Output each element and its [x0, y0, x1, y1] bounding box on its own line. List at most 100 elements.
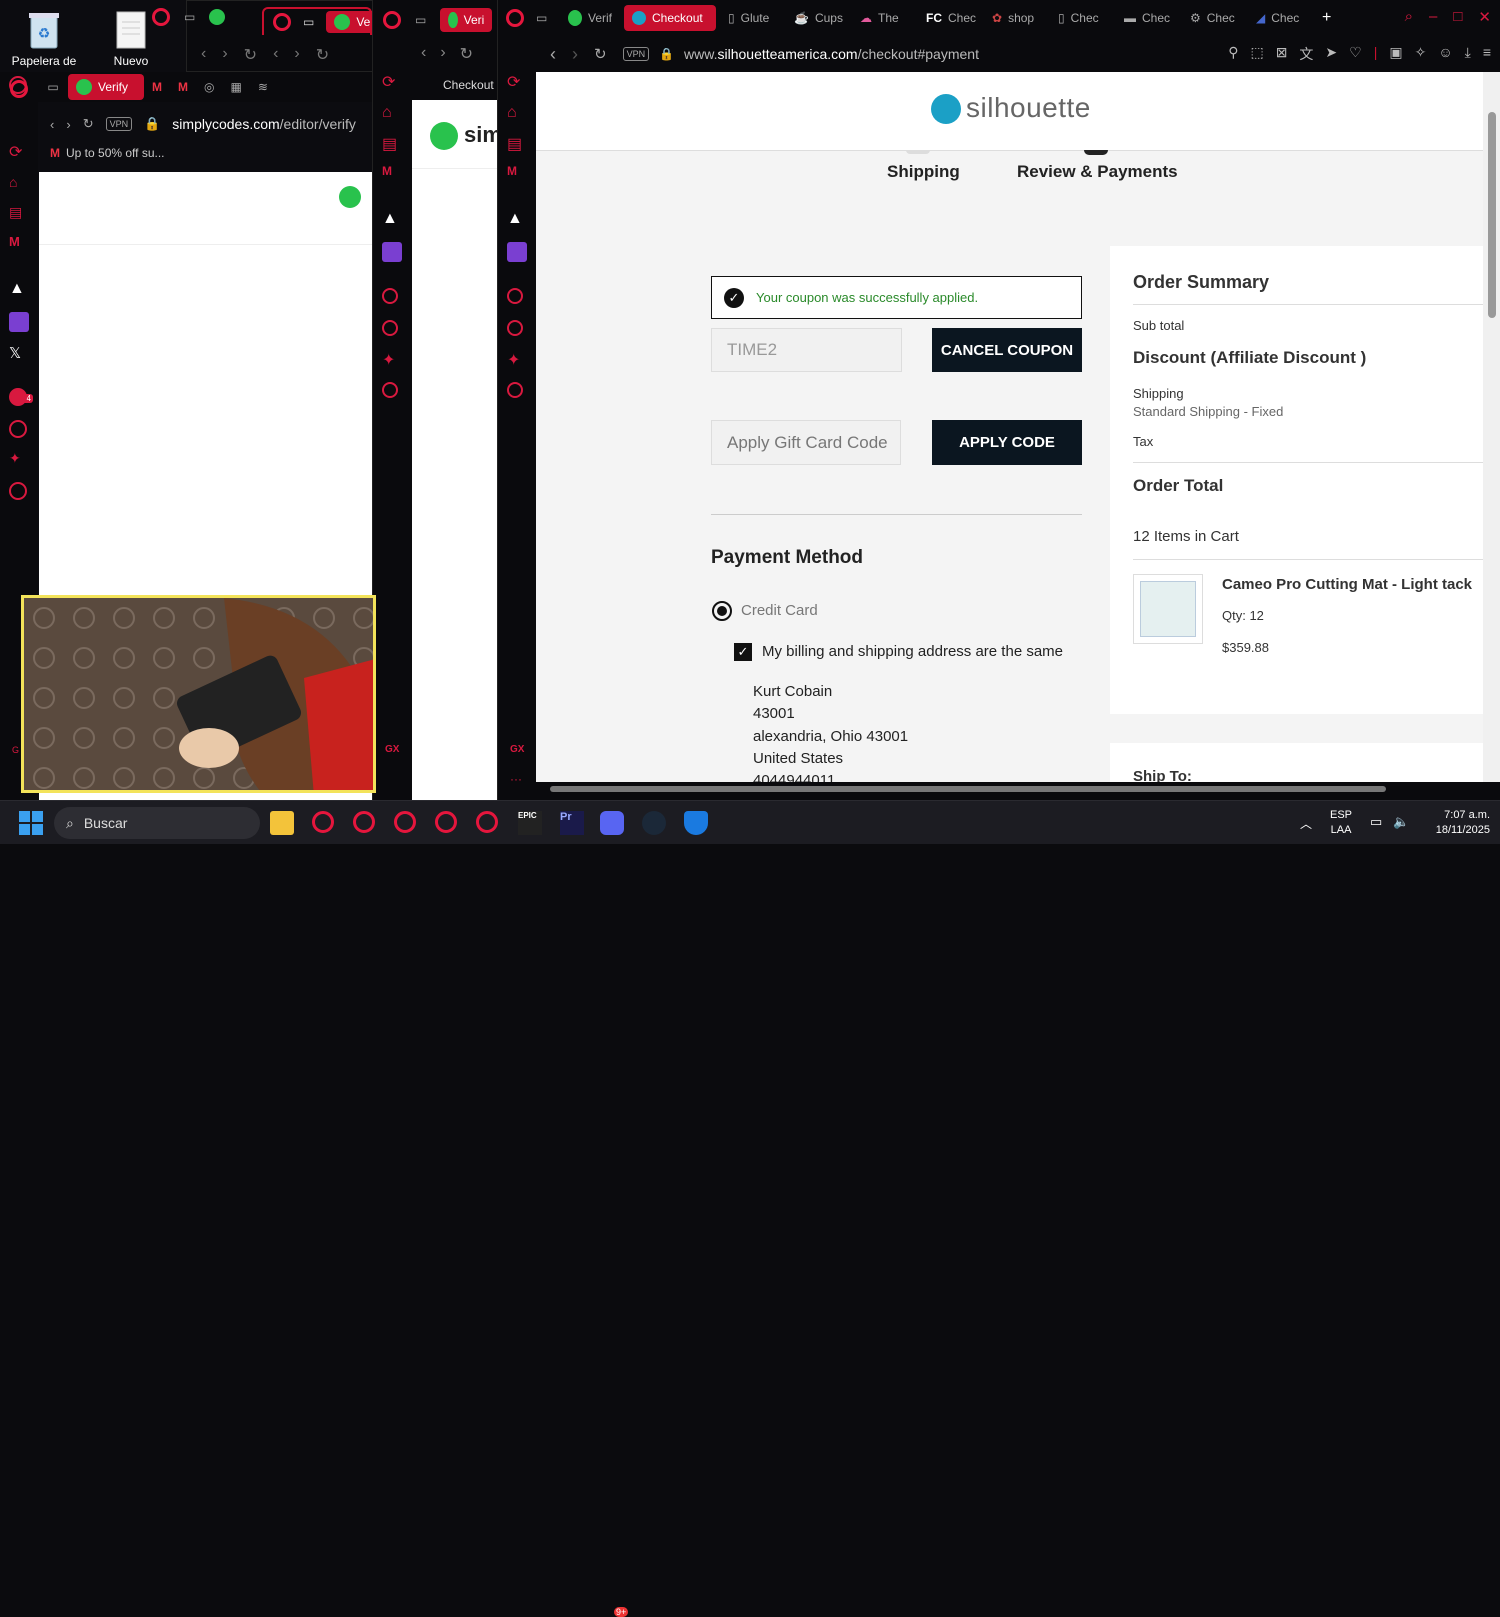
settings-icon[interactable]: [382, 382, 398, 398]
gmail-icon[interactable]: M: [382, 164, 402, 184]
forward-icon[interactable]: ›: [440, 44, 445, 64]
forward-icon[interactable]: ›: [572, 44, 578, 65]
twitch-icon[interactable]: [507, 242, 527, 262]
vpn-badge[interactable]: VPN: [622, 47, 650, 61]
discord-icon[interactable]: [600, 811, 624, 835]
same-address-label[interactable]: My billing and shipping address are the …: [762, 643, 1063, 660]
forward-icon-2[interactable]: ›: [294, 45, 299, 65]
chevron-up-icon[interactable]: ︿: [1300, 815, 1312, 832]
tab-chatgpt[interactable]: ◎: [196, 74, 222, 100]
opera-gx-icon[interactable]: [312, 811, 334, 833]
download-icon[interactable]: ⤓: [1465, 44, 1471, 64]
heart-icon[interactable]: ♡: [1349, 44, 1362, 64]
windows-start-icon[interactable]: [19, 811, 43, 835]
same-address-checkbox[interactable]: ✓: [734, 643, 752, 661]
premiere-pro-icon[interactable]: Pr: [560, 811, 584, 835]
tab-menu-icon[interactable]: ▭: [184, 10, 195, 24]
tab-menu-icon[interactable]: ▭: [415, 13, 426, 27]
tab-check-4[interactable]: ⚙ Chec: [1182, 5, 1244, 31]
volume-icon[interactable]: 🔈: [1393, 814, 1409, 830]
extensions-icon[interactable]: ✦: [507, 350, 527, 370]
opera-gx-icon[interactable]: [394, 811, 416, 833]
recycle-bin-desktop-icon[interactable]: ♻ Papelera de: [4, 4, 84, 68]
history-icon[interactable]: [507, 320, 523, 336]
easy-setup-icon[interactable]: ≡: [1483, 44, 1491, 64]
forward-icon[interactable]: ›: [66, 117, 70, 132]
reload-icon[interactable]: ↻: [594, 45, 607, 63]
tab-image[interactable]: ▦: [222, 74, 249, 100]
horizontal-scrollbar[interactable]: [536, 782, 1483, 796]
back-icon-2[interactable]: ‹: [273, 45, 278, 65]
defender-shield-icon[interactable]: [684, 811, 708, 835]
tab-favicon[interactable]: [209, 9, 226, 25]
step-shipping[interactable]: Shipping: [887, 162, 960, 182]
gx-corner-icon[interactable]: ▤: [382, 134, 402, 154]
aria-icon[interactable]: ⟳: [382, 72, 402, 92]
extensions-icon[interactable]: ✦: [382, 350, 402, 370]
opera-gx-icon[interactable]: [353, 811, 375, 833]
apply-code-button[interactable]: APPLY CODE: [932, 420, 1082, 465]
tab-the[interactable]: ☁ The: [852, 5, 914, 31]
tab-checkout[interactable]: Checkout: [624, 5, 716, 31]
address-bar[interactable]: www.silhouetteamerica.com/checkout#payme…: [684, 46, 979, 62]
product-thumbnail[interactable]: [1133, 574, 1203, 644]
forward-icon[interactable]: ›: [222, 45, 227, 65]
scroll-thumb[interactable]: [550, 786, 1386, 792]
bookmark-item[interactable]: M Up to 50% off su...: [50, 146, 165, 160]
adblock-icon[interactable]: ⊠: [1276, 44, 1288, 64]
tab-gmail[interactable]: M: [144, 74, 170, 100]
taskbar-search[interactable]: ⌕ Buscar: [54, 807, 260, 839]
silhouette-logo-icon[interactable]: [931, 94, 961, 124]
tab-menu-icon[interactable]: ▭: [38, 74, 68, 100]
clock[interactable]: 7:07 a.m. 18/11/2025: [1424, 808, 1490, 838]
tab-gmail-2[interactable]: M: [170, 74, 196, 100]
settings-icon[interactable]: [507, 382, 523, 398]
close-button[interactable]: ✕: [1478, 8, 1491, 26]
player-icon[interactable]: [507, 288, 523, 304]
pin-icon[interactable]: ⚲: [1228, 44, 1238, 64]
tab-verif[interactable]: Verif: [560, 5, 620, 31]
back-icon[interactable]: ‹: [550, 44, 556, 65]
snapshot-icon[interactable]: ⬚: [1250, 44, 1263, 64]
translate-icon[interactable]: 文: [1299, 44, 1313, 64]
tab-check-5[interactable]: ◢ Chec: [1248, 5, 1310, 31]
tab-verify-3[interactable]: Veri: [440, 8, 493, 32]
opera-gx-icon[interactable]: [435, 811, 457, 833]
pen-icon[interactable]: ▲: [507, 210, 527, 230]
opera-logo-icon[interactable]: [273, 13, 291, 31]
cancel-coupon-button[interactable]: CANCEL COUPON: [932, 328, 1082, 372]
file-explorer-icon[interactable]: [270, 811, 294, 835]
tab-check-2[interactable]: ▯ Chec: [1050, 5, 1112, 31]
tab-cups[interactable]: ☕ Cups: [786, 5, 848, 31]
credit-card-radio[interactable]: [712, 601, 732, 621]
minimize-button[interactable]: –: [1429, 8, 1437, 26]
gift-card-input[interactable]: Apply Gift Card Code: [711, 420, 901, 465]
player-icon[interactable]: [382, 288, 398, 304]
vertical-scrollbar[interactable]: [1483, 72, 1500, 782]
back-icon[interactable]: ‹: [201, 45, 206, 65]
gx-corner-icon[interactable]: ▤: [507, 134, 527, 154]
reload-icon[interactable]: ↻: [244, 45, 257, 65]
credit-card-label[interactable]: Credit Card: [741, 602, 818, 619]
back-icon[interactable]: ‹: [50, 117, 54, 132]
gmail-icon[interactable]: M: [507, 164, 527, 184]
items-in-cart[interactable]: 12 Items in Cart: [1133, 528, 1239, 545]
vpn-badge[interactable]: VPN: [105, 117, 133, 131]
tab-verify-2[interactable]: Ve: [326, 11, 375, 33]
send-icon[interactable]: ➤: [1325, 44, 1337, 64]
opera-logo-icon[interactable]: [506, 9, 524, 27]
reload-icon-2[interactable]: ↻: [316, 45, 329, 65]
tab-verify[interactable]: Verify: [68, 74, 144, 100]
reload-icon[interactable]: ↻: [83, 116, 94, 132]
extensions-puzzle-icon[interactable]: ✧: [1415, 44, 1427, 64]
more-icon[interactable]: ···: [510, 772, 522, 786]
epic-games-icon[interactable]: EPIC: [518, 811, 542, 835]
tab-glute[interactable]: ▯ Glute: [720, 5, 782, 31]
pen-icon[interactable]: ▲: [382, 210, 402, 230]
back-icon[interactable]: ‹: [421, 44, 426, 64]
scroll-thumb[interactable]: [1488, 112, 1496, 318]
search-tabs-icon[interactable]: ⌕: [1405, 8, 1413, 26]
site-logo[interactable]: silhouette: [966, 92, 1091, 124]
profile-icon[interactable]: ☺: [1438, 44, 1452, 64]
tab-audio[interactable]: ≋: [250, 74, 276, 100]
